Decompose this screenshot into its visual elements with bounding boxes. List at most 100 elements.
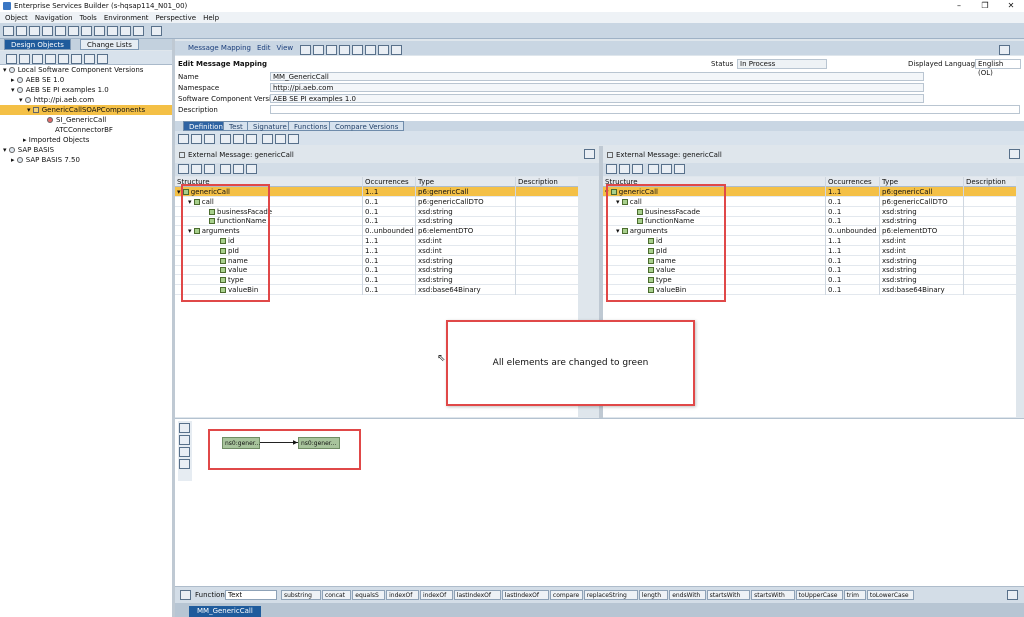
grid-icon[interactable] bbox=[191, 164, 202, 174]
new-icon[interactable] bbox=[3, 26, 14, 36]
column-header[interactable]: Type bbox=[415, 177, 515, 187]
gear-icon[interactable] bbox=[220, 134, 231, 144]
tree-view-icon[interactable] bbox=[262, 134, 273, 144]
save-icon[interactable] bbox=[29, 26, 40, 36]
zoom-icon[interactable] bbox=[179, 423, 190, 433]
back-arrow-icon[interactable] bbox=[107, 26, 118, 36]
menu-message-mapping[interactable]: Message Mapping bbox=[188, 44, 251, 52]
tree-item-local-scv[interactable]: ▾ Local Software Component Versions bbox=[0, 65, 172, 75]
minimize-icon[interactable]: – bbox=[946, 0, 972, 12]
menu-view[interactable]: View bbox=[277, 44, 294, 52]
function-button-substring[interactable]: substring bbox=[281, 590, 321, 600]
grid-icon[interactable] bbox=[179, 459, 190, 469]
redo-icon[interactable] bbox=[68, 26, 79, 36]
name-field[interactable]: MM_GenericCall bbox=[270, 72, 924, 81]
table-icon[interactable] bbox=[606, 164, 617, 174]
menu-help[interactable]: Help bbox=[203, 14, 219, 22]
function-button-trim[interactable]: trim bbox=[843, 590, 866, 600]
grid-icon[interactable] bbox=[191, 134, 202, 144]
column-header[interactable]: Occurrences bbox=[362, 177, 415, 187]
tab-test[interactable]: Test bbox=[223, 121, 249, 131]
sort-icon[interactable] bbox=[71, 54, 82, 64]
page-icon[interactable] bbox=[180, 590, 191, 600]
tree-item-si-genericcall[interactable]: SI_GenericCall bbox=[0, 115, 172, 125]
tree-view-icon[interactable] bbox=[661, 164, 672, 174]
function-button-equalss[interactable]: equalsS bbox=[352, 590, 386, 600]
tree-view-icon[interactable] bbox=[233, 164, 244, 174]
forward-arrow-icon[interactable] bbox=[120, 26, 131, 36]
column-header[interactable]: Occurrences bbox=[825, 177, 878, 187]
filter-icon[interactable] bbox=[648, 164, 659, 174]
delete-icon[interactable] bbox=[204, 134, 215, 144]
edit-icon[interactable] bbox=[179, 435, 190, 445]
map-icon[interactable] bbox=[246, 164, 257, 174]
language-select[interactable]: English (OL) bbox=[975, 59, 1021, 77]
expand-icon[interactable] bbox=[204, 164, 215, 174]
tree-item-namespace[interactable]: ▾ http://pi.aeb.com bbox=[0, 95, 172, 105]
tree-item-genericcall-components[interactable]: ▾ GenericCallSOAPComponents bbox=[0, 105, 172, 115]
tab-change-lists[interactable]: Change Lists bbox=[80, 39, 139, 50]
function-button-touppercase[interactable]: toUpperCase bbox=[795, 590, 843, 600]
mapping-icon[interactable] bbox=[288, 134, 299, 144]
tree-item-aeb-se-pi[interactable]: ▾ AEB SE PI examples 1.0 bbox=[0, 85, 172, 95]
user-icon[interactable] bbox=[999, 44, 1010, 55]
copy-icon[interactable] bbox=[81, 26, 92, 36]
list-icon[interactable] bbox=[58, 54, 69, 64]
function-button-endswith[interactable]: endsWith bbox=[669, 590, 706, 600]
paste-icon[interactable] bbox=[94, 26, 105, 36]
expand-icon[interactable] bbox=[97, 54, 108, 64]
function-button-tolowercase[interactable]: toLowerCase bbox=[866, 590, 914, 600]
function-button-length[interactable]: length bbox=[638, 590, 669, 600]
tree-item-imported-objects[interactable]: ▸ Imported Objects bbox=[0, 135, 172, 145]
menu-tools[interactable]: Tools bbox=[80, 14, 97, 22]
search-icon[interactable] bbox=[32, 54, 43, 64]
namespace-field[interactable]: http://pi.aeb.com bbox=[270, 83, 924, 92]
table-icon[interactable] bbox=[246, 134, 257, 144]
layout-icon[interactable] bbox=[179, 447, 190, 457]
mapping-graph-area[interactable]: ns0:gener... ▶ ns0:gener... bbox=[175, 418, 1024, 586]
tree-item-sap-basis-750[interactable]: ▸ SAP BASIS 7.50 bbox=[0, 155, 172, 165]
filter-icon[interactable] bbox=[19, 54, 30, 64]
tab-compare-versions[interactable]: Compare Versions bbox=[329, 121, 405, 131]
close-icon[interactable]: ✕ bbox=[998, 0, 1024, 12]
undo-icon[interactable] bbox=[55, 26, 66, 36]
scv-field[interactable]: AEB SE PI examples 1.0 bbox=[270, 94, 924, 103]
bookmark-icon[interactable] bbox=[391, 44, 403, 55]
save-icon[interactable] bbox=[313, 44, 325, 55]
function-button-compare[interactable]: compare bbox=[549, 590, 583, 600]
column-header[interactable]: Type bbox=[879, 177, 963, 187]
maximize-icon[interactable]: ❐ bbox=[972, 0, 998, 12]
menu-navigation[interactable]: Navigation bbox=[35, 14, 73, 22]
function-button-replacestring[interactable]: replaceString bbox=[583, 590, 638, 600]
check-icon[interactable] bbox=[326, 44, 338, 55]
history-icon[interactable] bbox=[365, 44, 377, 55]
tree-item-atcconnector[interactable]: ATCConnectorBF bbox=[0, 125, 172, 135]
function-button-indexof[interactable]: indexOf bbox=[419, 590, 453, 600]
folder-icon[interactable] bbox=[45, 54, 56, 64]
map-icon[interactable] bbox=[674, 164, 685, 174]
function-category-select[interactable]: Text bbox=[225, 590, 277, 600]
layout-icon[interactable] bbox=[233, 134, 244, 144]
open-icon[interactable] bbox=[16, 26, 27, 36]
info-icon[interactable] bbox=[339, 44, 351, 55]
menu-edit[interactable]: Edit bbox=[257, 44, 271, 52]
edit-icon[interactable] bbox=[300, 44, 312, 55]
function-button-lastindexof[interactable]: lastIndexOf bbox=[501, 590, 549, 600]
link-icon[interactable] bbox=[352, 44, 364, 55]
scroll-left-icon[interactable] bbox=[1007, 590, 1018, 600]
menu-object[interactable]: Object bbox=[5, 14, 28, 22]
print-icon[interactable] bbox=[42, 26, 53, 36]
description-field[interactable] bbox=[270, 105, 1020, 114]
help-icon[interactable] bbox=[151, 26, 162, 36]
function-button-indexof[interactable]: indexOf bbox=[386, 590, 419, 600]
column-header[interactable]: Description bbox=[515, 177, 578, 187]
tree-item-sap-basis[interactable]: ▾ SAP BASIS bbox=[0, 145, 172, 155]
print-icon[interactable] bbox=[378, 44, 390, 55]
expand-icon[interactable] bbox=[632, 164, 643, 174]
column-header[interactable]: Description bbox=[963, 177, 1016, 187]
tab-design-objects[interactable]: Design Objects bbox=[4, 39, 71, 50]
table-icon[interactable] bbox=[178, 164, 189, 174]
insert-icon[interactable] bbox=[178, 134, 189, 144]
menu-perspective[interactable]: Perspective bbox=[156, 14, 197, 22]
grid-icon[interactable] bbox=[619, 164, 630, 174]
